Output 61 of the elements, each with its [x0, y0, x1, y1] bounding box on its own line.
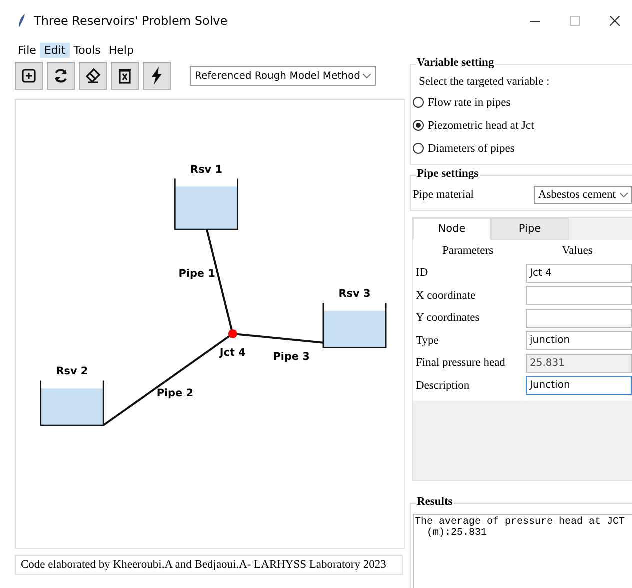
input-field[interactable]	[526, 308, 632, 328]
radio-label[interactable]: Diameters of pipes	[428, 142, 515, 154]
method-dropdown[interactable]: Referenced Rough Model Method	[190, 66, 376, 86]
tab[interactable]: Pipe	[491, 218, 569, 240]
reservoir-drawing	[174, 178, 238, 230]
pipe-label: Pipe 1	[178, 268, 216, 280]
group-title: Variable setting	[416, 57, 496, 69]
group-title: Pipe settings	[416, 168, 480, 180]
reservoir-drawing	[40, 380, 104, 426]
reservoir-drawing	[322, 303, 387, 349]
results-text: The average of pressure head at JCT (m):25.831	[413, 514, 632, 588]
input-field[interactable]: Jct 4	[526, 264, 632, 283]
toolbar-button[interactable]	[15, 62, 43, 90]
group-title: Results	[416, 496, 454, 508]
parameter-label: Description	[416, 380, 471, 392]
refresh-icon	[53, 68, 69, 84]
menu-item[interactable]: Help	[104, 42, 138, 58]
radio-button[interactable]	[413, 143, 424, 154]
prompt-label: Select the targeted variable :	[418, 75, 551, 90]
status-bar: Code elaborated by Kheeroubi.A and Bedjaoui.A- LARHYSS Laboratory 2023	[15, 555, 403, 575]
junction-node	[228, 329, 238, 338]
feather-icon	[18, 14, 26, 28]
pipe-label: Pipe 3	[273, 350, 310, 363]
radio-button[interactable]	[413, 97, 424, 108]
chevron-icon	[363, 74, 371, 78]
column-header: Values	[561, 245, 594, 257]
reservoir-label: Rsv 3	[338, 288, 371, 300]
window-title: Three Reservoirs' Problem Solve	[34, 14, 229, 28]
chevron-icon	[620, 192, 628, 198]
reservoir-label: Rsv 1	[190, 164, 222, 176]
toolbar-button[interactable]	[111, 62, 139, 90]
close-icon[interactable]	[610, 16, 620, 26]
menu-item[interactable]: Tools	[70, 42, 105, 58]
input-field[interactable]: Junction	[526, 376, 632, 396]
radio-label[interactable]: Piezometric head at Jct	[428, 120, 534, 132]
menu-item[interactable]: File	[14, 42, 40, 58]
toolbar-button[interactable]	[47, 62, 75, 90]
column-header: Parameters	[441, 245, 495, 257]
input-field[interactable]	[526, 286, 632, 306]
parameter-label: Y coordinates	[416, 312, 481, 324]
toolbar-button[interactable]	[79, 62, 107, 90]
pipe-label: Pipe 2	[156, 388, 194, 400]
parameter-label: ID	[416, 267, 430, 280]
parameter-label: Type	[416, 334, 440, 347]
reservoir-label: Rsv 2	[56, 366, 88, 378]
parameter-label: Final pressure head	[416, 357, 506, 370]
menu-item[interactable]: Edit	[40, 42, 70, 58]
toolbar-button[interactable]	[143, 62, 171, 90]
tab[interactable]: Node	[413, 218, 491, 240]
radio-label[interactable]: Flow rate in pipes	[428, 96, 511, 108]
add-icon	[22, 69, 36, 83]
radio-button[interactable]	[413, 120, 424, 131]
input-field[interactable]: junction	[526, 331, 632, 350]
field-label: Pipe material	[413, 189, 474, 201]
material-dropdown[interactable]: Asbestos cement	[534, 186, 632, 204]
lightning-icon	[151, 67, 163, 85]
parameter-label: X coordinate	[416, 290, 477, 302]
eraser-icon	[85, 68, 101, 84]
minimize-icon[interactable]	[530, 20, 540, 22]
delete-icon	[118, 68, 132, 84]
junction-label: Jct 4	[220, 346, 246, 359]
